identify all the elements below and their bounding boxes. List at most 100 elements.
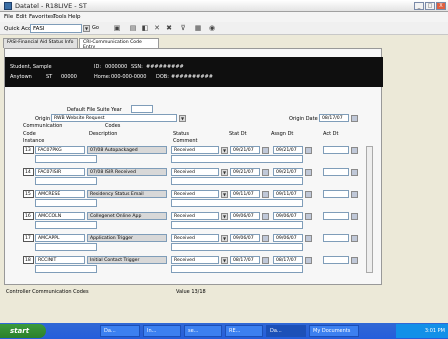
taskbar-item[interactable]: In...: [143, 325, 181, 337]
row-stat-dt[interactable]: 09/06/07: [230, 212, 260, 220]
quick-access-input[interactable]: FASI: [30, 24, 82, 33]
row-assgn-dt-calendar-icon[interactable]: [305, 257, 312, 264]
row-act-dt-calendar-icon[interactable]: [351, 147, 358, 154]
row-status[interactable]: Received: [171, 212, 219, 220]
row-code[interactable]: FAC07PKG: [35, 146, 85, 154]
row-status-dropdown-icon[interactable]: ▼: [221, 213, 228, 220]
row-instance[interactable]: [35, 243, 97, 251]
row-instance[interactable]: [35, 221, 97, 229]
row-act-dt[interactable]: [323, 146, 349, 154]
row-act-dt[interactable]: [323, 168, 349, 176]
row-stat-dt[interactable]: 08/17/07: [230, 256, 260, 264]
print-preview-icon[interactable]: ◧: [140, 24, 150, 33]
go-button[interactable]: Go: [92, 25, 99, 31]
row-act-dt[interactable]: [323, 256, 349, 264]
row-code[interactable]: AMCAPPL: [35, 234, 85, 242]
row-stat-dt-calendar-icon[interactable]: [262, 235, 269, 242]
row-status-dropdown-icon[interactable]: ▼: [221, 257, 228, 264]
rows-scrollbar[interactable]: [366, 146, 373, 273]
cancel-all-icon[interactable]: ✖: [164, 24, 174, 33]
row-status-dropdown-icon[interactable]: ▼: [221, 235, 228, 242]
row-stat-dt[interactable]: 09/21/07: [230, 168, 260, 176]
row-assgn-dt-calendar-icon[interactable]: [305, 191, 312, 198]
row-assgn-dt-calendar-icon[interactable]: [305, 235, 312, 242]
row-code[interactable]: FAC07ISIR: [35, 168, 85, 176]
print-icon[interactable]: ▤: [128, 24, 138, 33]
row-status[interactable]: Received: [171, 190, 219, 198]
menu-help[interactable]: Help: [68, 14, 81, 20]
row-act-dt-calendar-icon[interactable]: [351, 169, 358, 176]
taskbar-item[interactable]: Da...: [266, 325, 306, 337]
table-icon[interactable]: ▦: [193, 24, 203, 33]
row-stat-dt[interactable]: 09/11/07: [230, 190, 260, 198]
row-assgn-dt[interactable]: 09/11/07: [273, 190, 303, 198]
row-comment[interactable]: [171, 243, 303, 251]
row-code[interactable]: RCCINIT: [35, 256, 85, 264]
row-status[interactable]: Received: [171, 256, 219, 264]
row-stat-dt-calendar-icon[interactable]: [262, 147, 269, 154]
row-stat-dt[interactable]: 09/06/07: [230, 234, 260, 242]
origin-select[interactable]: RWB Website Request: [51, 114, 177, 122]
row-comment[interactable]: [171, 221, 303, 229]
row-status[interactable]: Received: [171, 234, 219, 242]
row-comment[interactable]: [171, 265, 303, 273]
cancel-icon[interactable]: ✕: [152, 24, 162, 33]
row-act-dt[interactable]: [323, 234, 349, 242]
row-assgn-dt[interactable]: 08/17/07: [273, 256, 303, 264]
origin-date-input[interactable]: 08/17/07: [319, 114, 349, 122]
taskbar-item[interactable]: Da...: [100, 325, 140, 337]
help-icon[interactable]: ◉: [207, 24, 217, 33]
row-stat-dt[interactable]: 09/21/07: [230, 146, 260, 154]
tab-fasi[interactable]: FASI-Financial Aid Status Info: [3, 38, 78, 48]
row-assgn-dt-calendar-icon[interactable]: [305, 169, 312, 176]
row-comment[interactable]: [171, 155, 303, 163]
row-instance[interactable]: [35, 199, 97, 207]
row-stat-dt-calendar-icon[interactable]: [262, 213, 269, 220]
row-status[interactable]: Received: [171, 146, 219, 154]
row-act-dt[interactable]: [323, 190, 349, 198]
row-act-dt-calendar-icon[interactable]: [351, 213, 358, 220]
taskbar-item[interactable]: RE...: [225, 325, 263, 337]
save-icon[interactable]: ▣: [112, 24, 122, 33]
row-stat-dt-calendar-icon[interactable]: [262, 169, 269, 176]
row-act-dt-calendar-icon[interactable]: [351, 257, 358, 264]
close-button[interactable]: X: [436, 2, 446, 10]
row-instance[interactable]: [35, 265, 97, 273]
row-act-dt-calendar-icon[interactable]: [351, 191, 358, 198]
taskbar-item[interactable]: My Documents: [309, 325, 359, 337]
menu-file[interactable]: File: [4, 14, 13, 20]
start-button[interactable]: start: [0, 324, 46, 338]
menu-tools[interactable]: Tools: [53, 14, 67, 20]
row-status-dropdown-icon[interactable]: ▼: [221, 169, 228, 176]
quick-access-dropdown-icon[interactable]: ▼: [83, 25, 90, 32]
row-instance[interactable]: [35, 177, 97, 185]
row-stat-dt-calendar-icon[interactable]: [262, 257, 269, 264]
row-assgn-dt[interactable]: 09/21/07: [273, 146, 303, 154]
default-file-suite-input[interactable]: [131, 105, 153, 113]
minimize-button[interactable]: _: [414, 2, 424, 10]
origin-dropdown-icon[interactable]: ▼: [179, 115, 186, 122]
row-status-dropdown-icon[interactable]: ▼: [221, 147, 228, 154]
filter-icon[interactable]: ⊽: [178, 24, 188, 33]
menu-edit[interactable]: Edit: [16, 14, 27, 20]
row-assgn-dt-calendar-icon[interactable]: [305, 213, 312, 220]
row-assgn-dt[interactable]: 09/06/07: [273, 234, 303, 242]
row-act-dt[interactable]: [323, 212, 349, 220]
row-act-dt-calendar-icon[interactable]: [351, 235, 358, 242]
menu-favorites[interactable]: Favorites: [29, 14, 54, 20]
origin-date-calendar-icon[interactable]: [351, 115, 358, 122]
row-assgn-dt-calendar-icon[interactable]: [305, 147, 312, 154]
row-code[interactable]: AMCRESE: [35, 190, 85, 198]
tab-cri[interactable]: CRI-Communication Code Entry: [79, 38, 159, 50]
row-comment[interactable]: [171, 177, 303, 185]
row-stat-dt-calendar-icon[interactable]: [262, 191, 269, 198]
maximize-button[interactable]: □: [425, 2, 435, 10]
row-assgn-dt[interactable]: 09/06/07: [273, 212, 303, 220]
row-status-dropdown-icon[interactable]: ▼: [221, 191, 228, 198]
row-code[interactable]: AMCCOLN: [35, 212, 85, 220]
taskbar-item[interactable]: se...: [184, 325, 222, 337]
row-status[interactable]: Received: [171, 168, 219, 176]
row-instance[interactable]: [35, 155, 97, 163]
row-assgn-dt[interactable]: 09/21/07: [273, 168, 303, 176]
row-comment[interactable]: [171, 199, 303, 207]
